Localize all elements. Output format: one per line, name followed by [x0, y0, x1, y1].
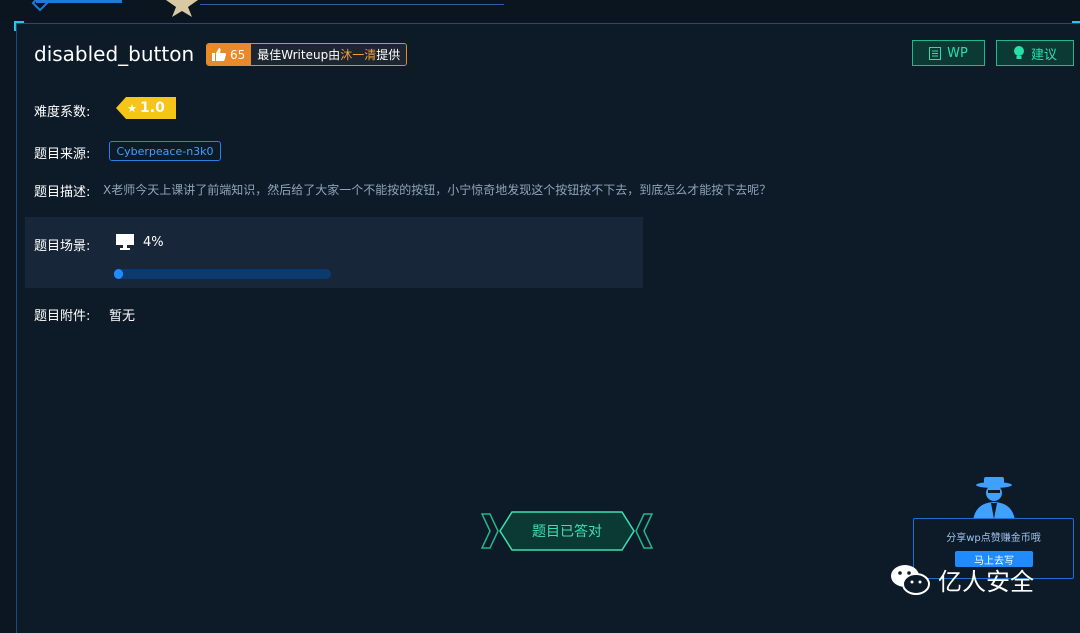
difficulty-value: 1.0 [140, 100, 165, 116]
rank-badge-icon [166, 0, 198, 17]
star-icon: ★ [127, 101, 138, 115]
suggest-button[interactable]: 建议 [996, 40, 1074, 66]
suggest-button-label: 建议 [1030, 47, 1057, 63]
writeup-suffix: 提供 [376, 48, 401, 62]
source-label: 题目来源: [34, 147, 91, 162]
source-tag[interactable]: Cyberpeace-n3k0 [109, 141, 221, 161]
scene-progress-fill [114, 269, 123, 279]
monitor-icon[interactable] [116, 234, 134, 250]
like-count[interactable]: 65 [207, 44, 252, 65]
attachment-label: 题目附件: [34, 309, 91, 324]
wp-button[interactable]: WP [912, 40, 985, 66]
answered-status: 题目已答对 [532, 524, 602, 540]
spy-icon [973, 477, 1015, 521]
share-text: 分享wp点赞赚金币哦 [946, 533, 1041, 544]
diamond-icon [31, 0, 49, 12]
scene-label: 题目场景: [34, 239, 91, 254]
difficulty-tag: ★ 1.0 [116, 97, 176, 119]
thumbs-up-icon [212, 48, 226, 61]
writeup-prefix: 最佳Writeup由 [257, 48, 341, 62]
wechat-icon [891, 564, 930, 595]
best-writeup-info: 最佳Writeup由 沐一清 提供 [251, 44, 407, 65]
description-label: 题目描述: [34, 185, 91, 200]
challenge-title: disabled_button [34, 42, 195, 66]
top-divider [200, 4, 504, 5]
lightbulb-icon [1013, 46, 1024, 59]
wp-button-label: WP [947, 45, 968, 61]
panel-corner-decoration [1072, 21, 1080, 31]
difficulty-label: 难度系数: [34, 105, 91, 120]
description-text: X老师今天上课讲了前端知识，然后给了大家一个不能按的按钮，小宁惊奇地发现这个按钮… [103, 183, 772, 197]
writeup-like-badge[interactable]: 65 最佳Writeup由 沐一清 提供 [206, 43, 408, 66]
attachment-value: 暂无 [109, 309, 136, 324]
top-nav-bar [0, 0, 1080, 22]
scene-progress-percent: 4% [143, 235, 164, 250]
watermark-text: 亿人安全 [938, 568, 1034, 596]
writeup-author[interactable]: 沐一清 [340, 46, 376, 63]
scene-progress-bar [114, 269, 331, 279]
watermark: 亿人安全 [890, 562, 1034, 597]
panel-corner-decoration [14, 21, 24, 31]
document-icon [929, 46, 942, 60]
like-count-value: 65 [230, 47, 246, 62]
